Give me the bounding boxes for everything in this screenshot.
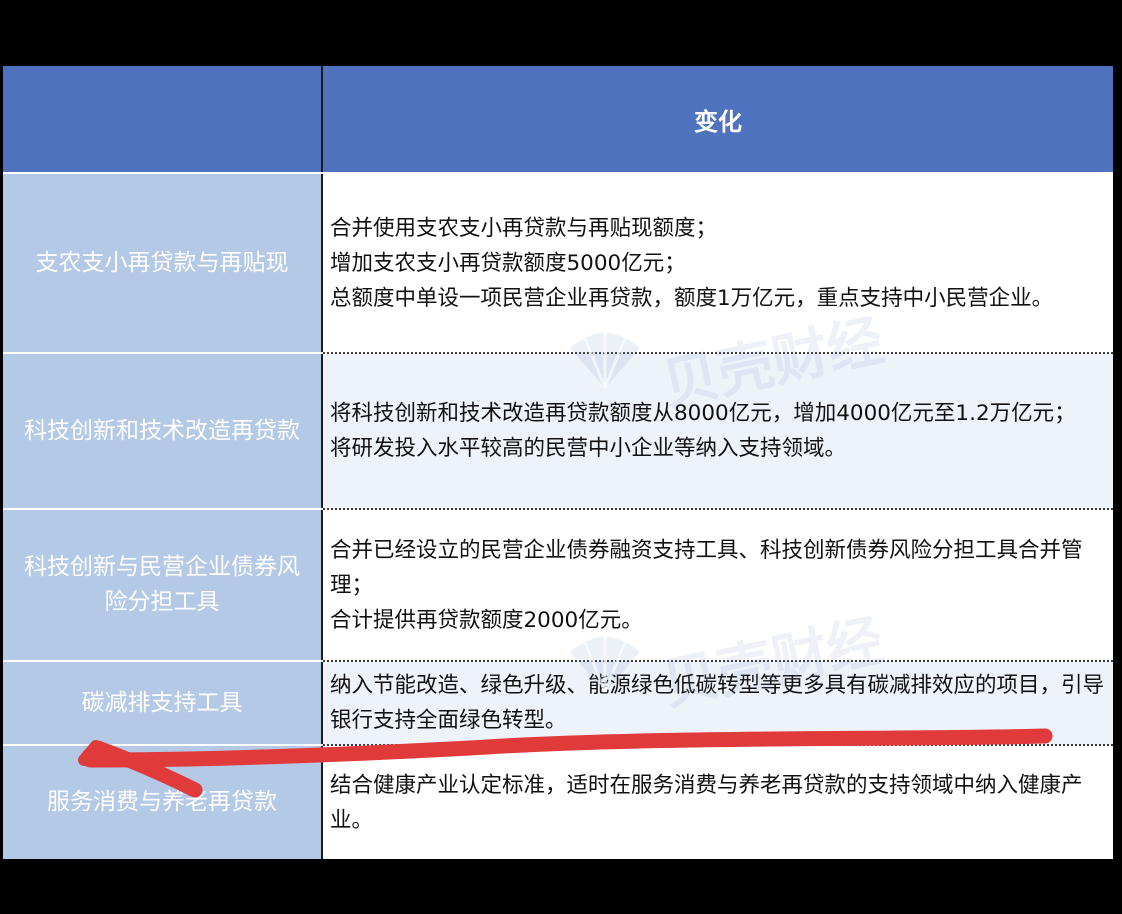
description-line: 合并已经设立的民营企业债券融资支持工具、科技创新债券风险分担工具合并管理； xyxy=(330,537,1083,598)
table-row: 支农支小再贷款与再贴现 合并使用支农支小再贷款与再贴现额度； 增加支农支小再贷款… xyxy=(3,173,1113,354)
table-row: 服务消费与养老再贷款 结合健康产业认定标准，适时在服务消费与养老再贷款的支持领域… xyxy=(3,745,1113,859)
description-line: 增加支农支小再贷款额度5000亿元； xyxy=(330,250,686,276)
description-line: 纳入节能改造、绿色升级、能源绿色低碳转型等更多具有碳减排效应的项目，引导银行支持… xyxy=(330,673,1105,733)
header-cell-change: 变化 xyxy=(322,66,1113,174)
change-description-cell: 合并使用支农支小再贷款与再贴现额度； 增加支农支小再贷款额度5000亿元； 总额… xyxy=(322,173,1113,354)
table-row: 碳减排支持工具 纳入节能改造、绿色升级、能源绿色低碳转型等更多具有碳减排效应的项… xyxy=(3,661,1113,746)
description-line: 合并使用支农支小再贷款与再贴现额度； xyxy=(330,215,718,241)
table-header-row: 变化 xyxy=(3,66,1113,174)
screenshot-frame: 变化 支农支小再贷款与再贴现 合并使用支农支小再贷款与再贴现额度； 增加支农支小… xyxy=(0,0,1122,914)
description-line: 将研发投入水平较高的民营中小企业等纳入支持领域。 xyxy=(330,436,847,461)
header-cell-tool xyxy=(3,66,323,174)
policy-table: 变化 支农支小再贷款与再贴现 合并使用支农支小再贷款与再贴现额度； 增加支农支小… xyxy=(3,66,1113,859)
change-description-cell: 合并已经设立的民营企业债券融资支持工具、科技创新债券风险分担工具合并管理； 合计… xyxy=(322,509,1113,662)
description-line: 结合健康产业认定标准，适时在服务消费与养老再贷款的支持领域中纳入健康产业。 xyxy=(330,772,1083,833)
description-line: 将科技创新和技术改造再贷款额度从8000亿元，增加4000亿元至1.2万亿元； xyxy=(330,401,1076,426)
tool-name-cell: 科技创新与民营企业债券风险分担工具 xyxy=(3,509,323,662)
description-line: 合计提供再贷款额度2000亿元。 xyxy=(330,607,643,633)
tool-name-cell: 碳减排支持工具 xyxy=(3,661,323,746)
tool-name-cell: 支农支小再贷款与再贴现 xyxy=(3,173,323,354)
change-description-cell: 结合健康产业认定标准，适时在服务消费与养老再贷款的支持领域中纳入健康产业。 xyxy=(322,745,1113,859)
change-description-cell: 纳入节能改造、绿色升级、能源绿色低碳转型等更多具有碳减排效应的项目，引导银行支持… xyxy=(322,661,1113,746)
table-row: 科技创新和技术改造再贷款 将科技创新和技术改造再贷款额度从8000亿元，增加40… xyxy=(3,353,1113,510)
table-row: 科技创新与民营企业债券风险分担工具 合并已经设立的民营企业债券融资支持工具、科技… xyxy=(3,509,1113,662)
tool-name-cell: 科技创新和技术改造再贷款 xyxy=(3,353,323,510)
description-line: 总额度中单设一项民营企业再贷款，额度1万亿元，重点支持中小民营企业。 xyxy=(330,285,1054,311)
tool-name-cell: 服务消费与养老再贷款 xyxy=(3,745,323,859)
change-description-cell: 将科技创新和技术改造再贷款额度从8000亿元，增加4000亿元至1.2万亿元； … xyxy=(322,353,1113,510)
